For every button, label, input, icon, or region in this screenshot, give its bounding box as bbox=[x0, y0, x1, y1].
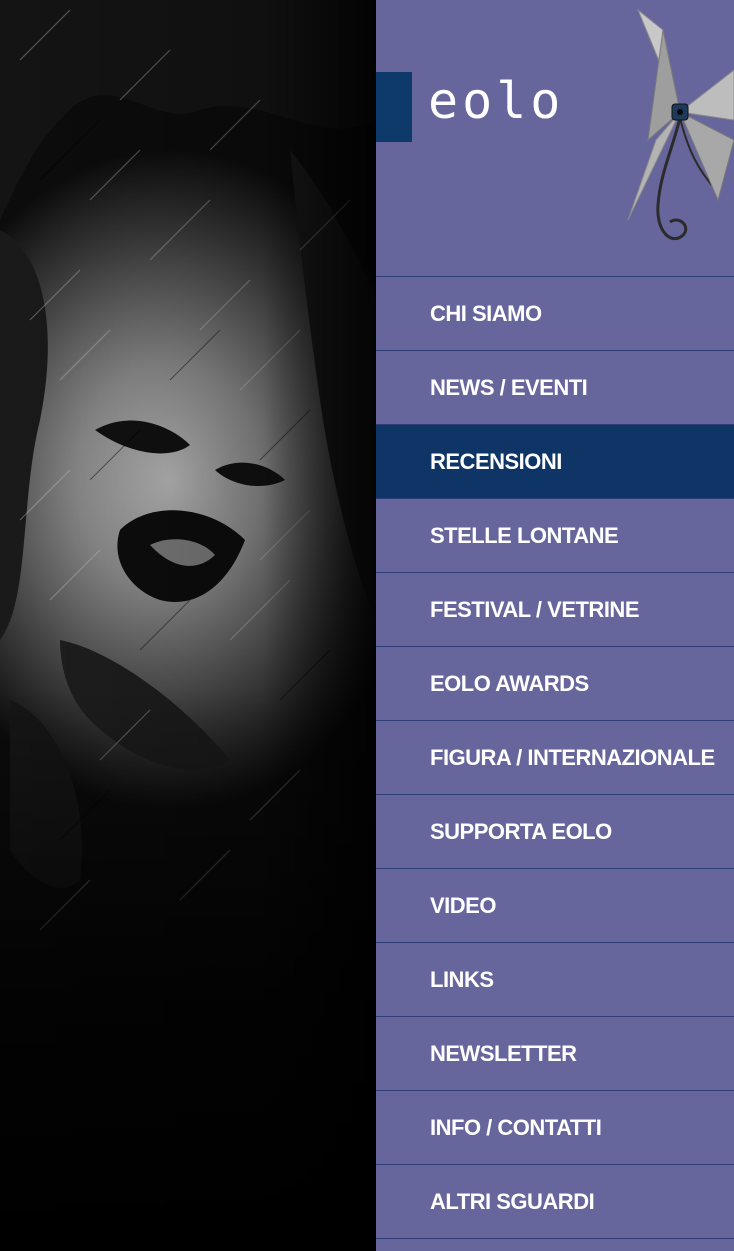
page: eolo CHI SIAMO NEWS / EVENTI RECENSIONI … bbox=[0, 0, 734, 1251]
nav-item-links[interactable]: LINKS bbox=[376, 943, 734, 1017]
hero-portrait-artwork bbox=[0, 0, 376, 1251]
hero-portrait-image bbox=[0, 0, 376, 1251]
nav-item-stelle-lontane[interactable]: STELLE LONTANE bbox=[376, 499, 734, 573]
sidebar: eolo CHI SIAMO NEWS / EVENTI RECENSIONI … bbox=[376, 0, 734, 1251]
nav-item-newsletter[interactable]: NEWSLETTER bbox=[376, 1017, 734, 1091]
nav-item-recensioni[interactable]: RECENSIONI bbox=[376, 425, 734, 499]
logo-accent-bar bbox=[376, 72, 412, 142]
logo-area[interactable]: eolo bbox=[376, 0, 734, 276]
main-nav: CHI SIAMO NEWS / EVENTI RECENSIONI STELL… bbox=[376, 276, 734, 1239]
nav-item-info-contatti[interactable]: INFO / CONTATTI bbox=[376, 1091, 734, 1165]
nav-item-news-eventi[interactable]: NEWS / EVENTI bbox=[376, 351, 734, 425]
nav-item-eolo-awards[interactable]: EOLO AWARDS bbox=[376, 647, 734, 721]
nav-item-altri-sguardi[interactable]: ALTRI SGUARDI bbox=[376, 1165, 734, 1239]
nav-item-chi-siamo[interactable]: CHI SIAMO bbox=[376, 277, 734, 351]
nav-item-figura-internazionale[interactable]: FIGURA / INTERNAZIONALE bbox=[376, 721, 734, 795]
nav-item-festival-vetrine[interactable]: FESTIVAL / VETRINE bbox=[376, 573, 734, 647]
windmill-icon bbox=[627, 8, 734, 240]
nav-item-supporta-eolo[interactable]: SUPPORTA EOLO bbox=[376, 795, 734, 869]
logo-text[interactable]: eolo bbox=[428, 76, 564, 126]
nav-item-video[interactable]: VIDEO bbox=[376, 869, 734, 943]
